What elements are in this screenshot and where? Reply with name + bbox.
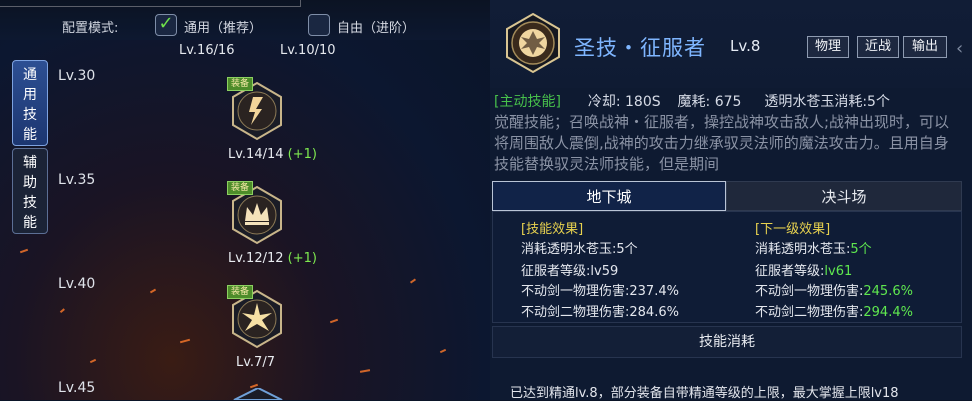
current-l4-label: 不动剑二物理伤害: bbox=[521, 305, 630, 320]
tab-general-skills[interactable]: 通用技能 bbox=[12, 60, 48, 146]
current-effect-line-1: 消耗透明水苍玉:5个 bbox=[521, 238, 638, 257]
tag-physical: 物理 bbox=[807, 36, 849, 58]
current-l4-value: 284.6% bbox=[629, 305, 679, 320]
current-effect-line-3: 不动剑一物理伤害:237.4% bbox=[521, 280, 679, 299]
next-effect-line-2: 征服者等级:lv61 bbox=[755, 260, 852, 279]
current-l3-label: 不动剑一物理伤害: bbox=[521, 284, 630, 299]
skill-level-2-text: Lv.12/12 bbox=[228, 251, 284, 266]
equip-badge: 装备 bbox=[227, 77, 253, 91]
level-header-45: Lv.45 bbox=[58, 380, 96, 396]
level-header-40: Lv.40 bbox=[58, 276, 96, 292]
equip-badge: 装备 bbox=[227, 285, 253, 299]
skill-level: Lv.8 bbox=[730, 37, 761, 55]
current-effect-line-2: 征服者等级:lv59 bbox=[521, 260, 618, 279]
mana-text: 魔耗: 675 bbox=[677, 94, 742, 110]
skill-level-1: Lv.14/14 (+1) bbox=[228, 147, 317, 162]
current-l3-value: 237.4% bbox=[629, 284, 679, 299]
next-l3-value: 245.6% bbox=[863, 284, 913, 299]
next-l4-value: 294.4% bbox=[863, 305, 913, 320]
current-l2-label: 征服者等级: bbox=[521, 264, 591, 279]
free-level-count: Lv.10/10 bbox=[280, 43, 336, 58]
mastery-note: 已达到精通lv.8，部分装备自带精通等级的上限，最大掌握上限lv18 bbox=[510, 386, 899, 401]
mode-tabs: 地下城 决斗场 bbox=[492, 181, 962, 211]
current-l1-label: 消耗透明水苍玉: bbox=[521, 242, 617, 257]
next-effect-line-4: 不动剑二物理伤害:294.4% bbox=[755, 301, 913, 320]
next-effect-line-3: 不动剑一物理伤害:245.6% bbox=[755, 280, 913, 299]
next-l2-value: lv61 bbox=[824, 264, 853, 279]
current-effect-heading: [技能效果] bbox=[521, 222, 584, 237]
next-l3-label: 不动剑一物理伤害: bbox=[755, 284, 864, 299]
cooldown-text: 冷却: 180S bbox=[587, 94, 661, 110]
skill-level-2: Lv.12/12 (+1) bbox=[228, 251, 317, 266]
current-effect-line-4: 不动剑二物理伤害:284.6% bbox=[521, 301, 679, 320]
skill-title: 圣技・征服者 bbox=[574, 36, 706, 60]
active-skill-tag: [主动技能] bbox=[494, 94, 561, 110]
next-effect-line-1: 消耗透明水苍玉:5个 bbox=[755, 238, 872, 257]
skill-slot-4-partial[interactable] bbox=[232, 388, 284, 400]
skill-detail-panel: 圣技・征服者 Lv.8 物理 近战 输出 ‹ [主动技能] 冷却: 180S 魔… bbox=[490, 0, 972, 401]
skill-level-3-text: Lv.7/7 bbox=[236, 355, 275, 370]
skill-tree-panel: 配置模式: ✓ 通用（推荐） 自由（进阶） Lv.16/16 Lv.10/10 … bbox=[0, 0, 490, 400]
next-l4-label: 不动剑二物理伤害: bbox=[755, 305, 864, 320]
skill-level-1-text: Lv.14/14 bbox=[228, 147, 284, 162]
conqueror-skill-icon bbox=[506, 12, 560, 74]
skill-stats-line: [主动技能] 冷却: 180S 魔耗: 675 透明水苍玉消耗:5个 bbox=[494, 92, 960, 112]
skill-level-2-bonus: (+1) bbox=[287, 251, 317, 266]
level-header-30: Lv.30 bbox=[58, 68, 96, 84]
free-mode-label[interactable]: 自由（进阶） bbox=[337, 17, 415, 36]
tab-general-label: 通用技能 bbox=[23, 67, 37, 143]
general-mode-label[interactable]: 通用（推荐） bbox=[184, 17, 262, 36]
tab-auxiliary-label: 辅助技能 bbox=[23, 155, 37, 231]
skill-slot-3[interactable]: 装备 bbox=[227, 285, 289, 351]
skill-slot-2[interactable]: 装备 bbox=[227, 181, 289, 247]
skill-consume-header: 技能消耗 bbox=[492, 326, 962, 358]
tab-auxiliary-skills[interactable]: 辅助技能 bbox=[12, 148, 48, 234]
cost-text: 透明水苍玉消耗:5个 bbox=[764, 94, 890, 110]
frame-ornament bbox=[0, 0, 301, 7]
check-icon: ✓ bbox=[158, 13, 174, 34]
skill-level-3: Lv.7/7 bbox=[236, 355, 275, 370]
skill-description: [主动技能] 冷却: 180S 魔耗: 675 透明水苍玉消耗:5个 觉醒技能；… bbox=[494, 92, 960, 174]
next-l2-label: 征服者等级: bbox=[755, 264, 825, 279]
skill-level-1-bonus: (+1) bbox=[287, 147, 317, 162]
next-l1-label: 消耗透明水苍玉: bbox=[755, 242, 851, 257]
skill-slot-1[interactable]: 装备 bbox=[227, 77, 289, 143]
current-l2-value: lv59 bbox=[590, 264, 619, 279]
tab-arena[interactable]: 决斗场 bbox=[726, 181, 962, 211]
next-l1-value: 5个 bbox=[850, 242, 872, 257]
tag-melee: 近战 bbox=[857, 36, 899, 58]
equip-badge: 装备 bbox=[227, 181, 253, 195]
chevron-right-icon[interactable]: ‹ bbox=[956, 38, 963, 59]
effects-panel: [技能效果] 消耗透明水苍玉:5个 征服者等级:lv59 不动剑一物理伤害:23… bbox=[492, 211, 962, 323]
general-level-count: Lv.16/16 bbox=[179, 43, 235, 58]
config-mode-label: 配置模式: bbox=[62, 21, 119, 36]
next-effect-heading: [下一级效果] bbox=[755, 222, 831, 237]
description-text: 觉醒技能；召唤战神・征服者，操控战神攻击敌人;战神出现时，可以将周围敌人震倒,战… bbox=[494, 113, 950, 173]
general-mode-checkbox[interactable]: ✓ bbox=[155, 14, 177, 36]
free-mode-checkbox[interactable] bbox=[308, 14, 330, 36]
tag-output: 输出 bbox=[903, 36, 947, 58]
current-l1-value: 5个 bbox=[616, 242, 638, 257]
tab-dungeon[interactable]: 地下城 bbox=[492, 181, 726, 211]
level-header-35: Lv.35 bbox=[58, 172, 96, 188]
